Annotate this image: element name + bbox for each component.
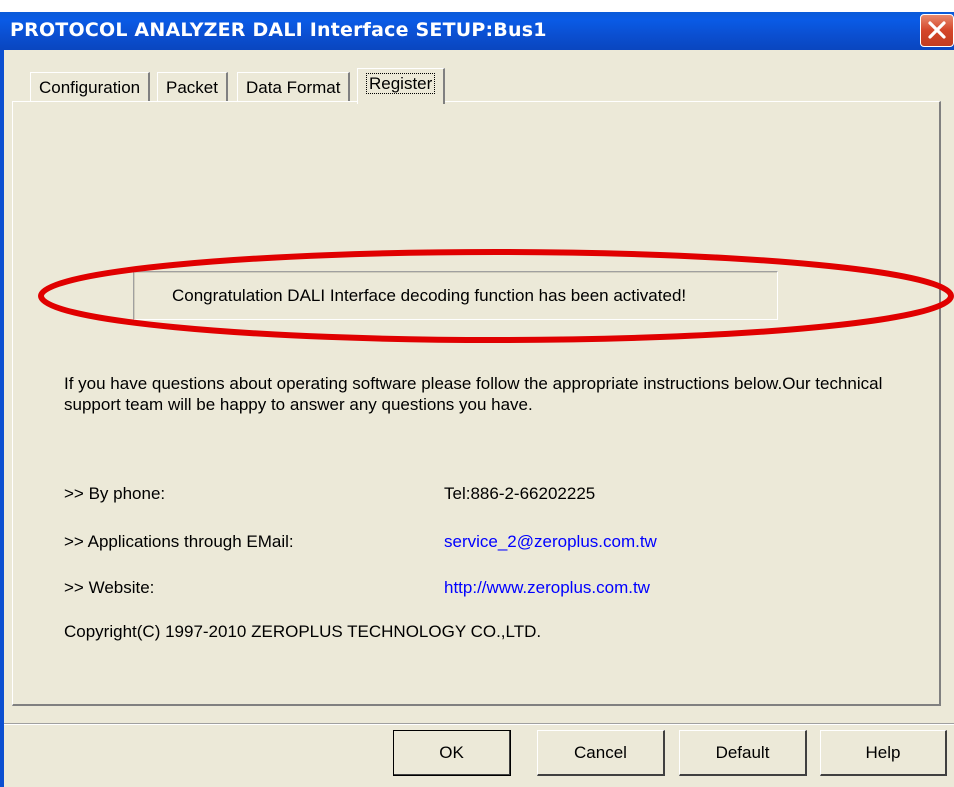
tab-data-format[interactable]: Data Format: [237, 72, 351, 102]
copyright-text: Copyright(C) 1997-2010 ZEROPLUS TECHNOLO…: [64, 622, 542, 641]
window-title: PROTOCOL ANALYZER DALI Interface SETUP:B…: [10, 19, 547, 41]
email-link[interactable]: service_2@zeroplus.com.tw: [444, 532, 657, 552]
tab-label: Data Format: [246, 78, 341, 97]
support-intro-text: If you have questions about operating so…: [64, 374, 883, 414]
phone-value: Tel:886-2-66202225: [444, 484, 596, 503]
window-left-border: [0, 50, 4, 787]
ok-button[interactable]: OK: [393, 730, 511, 776]
setup-dialog: PROTOCOL ANALYZER DALI Interface SETUP:B…: [0, 0, 954, 787]
website-label: >> Website:: [64, 578, 155, 597]
tab-configuration[interactable]: Configuration: [30, 72, 151, 102]
close-icon: [928, 21, 946, 39]
close-button[interactable]: [920, 14, 954, 47]
default-button[interactable]: Default: [679, 730, 807, 776]
phone-label: >> By phone:: [64, 484, 166, 503]
website-link[interactable]: http://www.zeroplus.com.tw: [444, 578, 650, 598]
help-button[interactable]: Help: [820, 730, 947, 776]
tab-label: Configuration: [39, 78, 141, 97]
cancel-button[interactable]: Cancel: [537, 730, 665, 776]
button-area-divider: [4, 723, 954, 725]
tab-packet[interactable]: Packet: [157, 72, 228, 102]
tab-label: Packet: [166, 78, 218, 97]
tab-register[interactable]: Register: [357, 68, 446, 104]
activation-message: Congratulation DALI Interface decoding f…: [172, 286, 687, 305]
email-label: >> Applications through EMail:: [64, 532, 294, 551]
title-bar[interactable]: PROTOCOL ANALYZER DALI Interface SETUP:B…: [0, 12, 954, 50]
top-strip: [0, 0, 954, 12]
tab-label: Register: [366, 73, 436, 94]
